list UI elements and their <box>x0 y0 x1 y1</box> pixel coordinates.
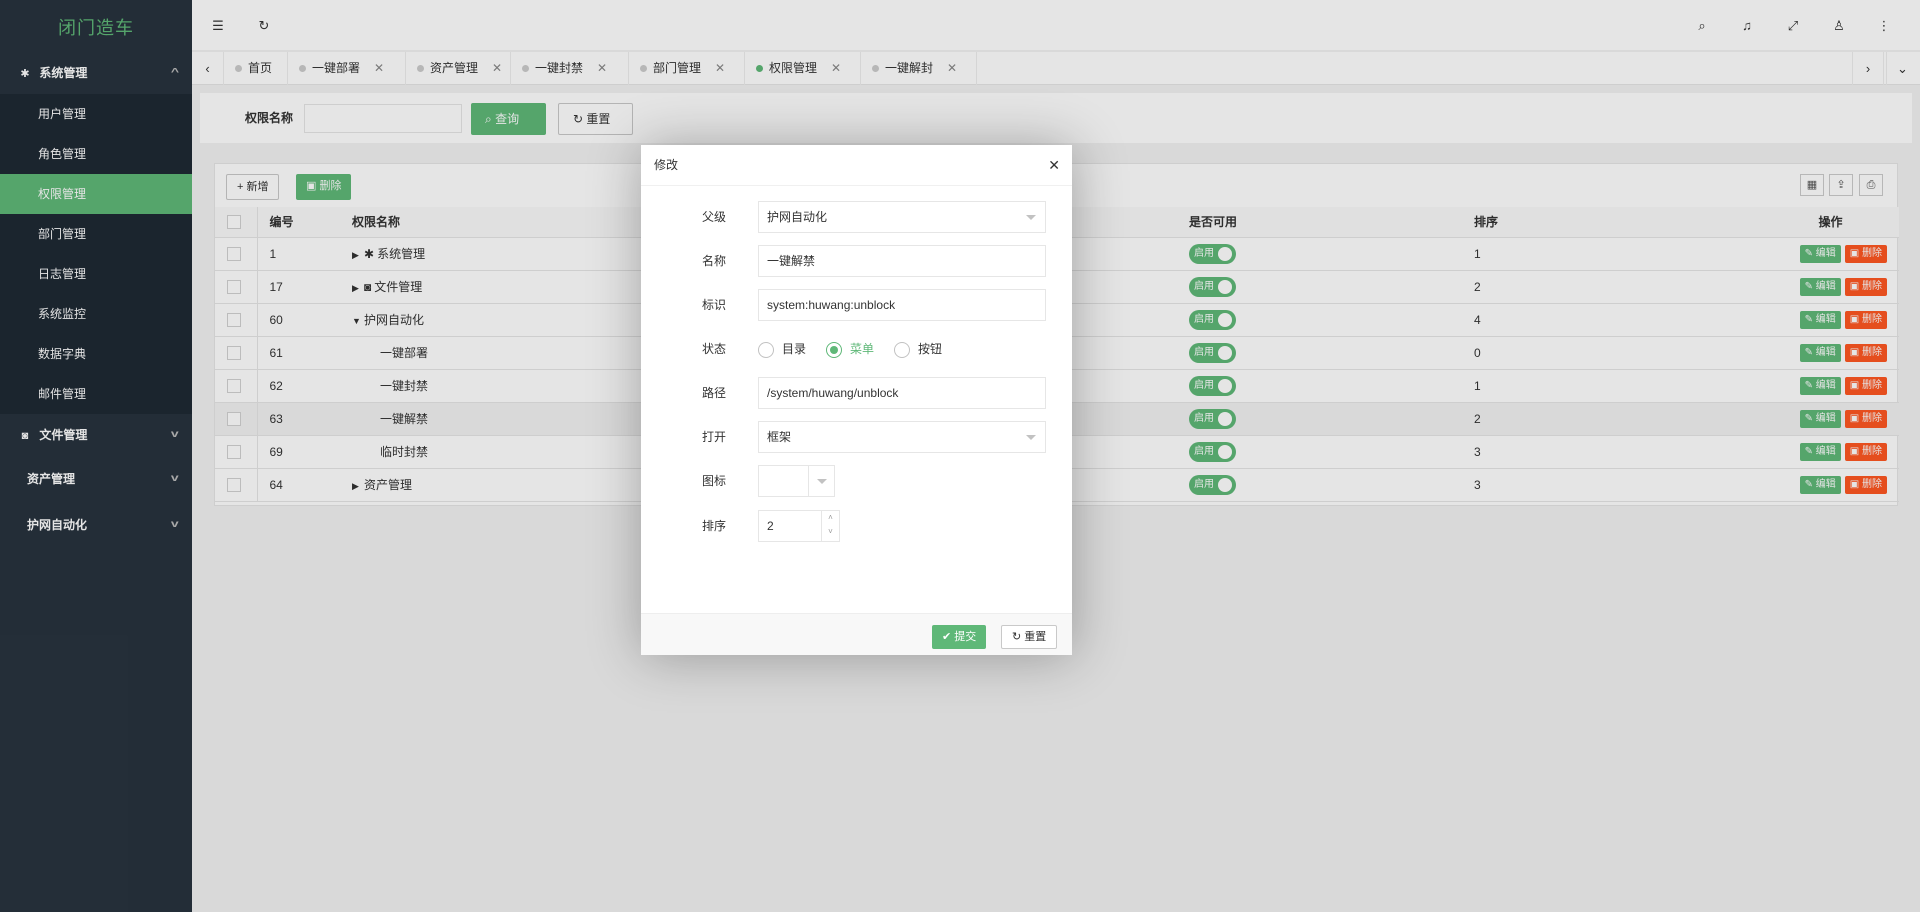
sort-row: 排序 2 ˄ ˅ <box>641 510 1072 542</box>
modal-footer: ✔ 提交 ↻ 重置 <box>641 613 1072 655</box>
path-row: 路径 /system/huwang/unblock <box>641 377 1072 409</box>
radio-circle-icon <box>758 341 774 358</box>
icon-picker-divider <box>808 466 809 496</box>
caret-down-icon <box>817 479 827 484</box>
status-radio-menu[interactable]: 菜单 <box>826 340 874 358</box>
modal-reset-button[interactable]: ↻ 重置 <box>1001 625 1058 649</box>
check-icon: ✔ <box>942 631 955 643</box>
radio-checked-icon <box>826 341 842 358</box>
icon-label: 图标 <box>701 474 726 488</box>
close-icon[interactable]: ✕ <box>1048 145 1060 186</box>
ident-label: 标识 <box>701 298 726 312</box>
ident-input[interactable]: system:huwang:unblock <box>758 289 1046 321</box>
submit-button[interactable]: ✔ 提交 <box>932 625 987 649</box>
parent-value: 护网自动化 <box>767 210 828 224</box>
icon-row: 图标 <box>641 465 1072 497</box>
submit-label: 提交 <box>954 631 977 643</box>
parent-row: 父级 护网自动化 <box>641 201 1072 233</box>
radio-label: 目录 <box>782 342 807 356</box>
open-row: 打开 框架 <box>641 421 1072 453</box>
status-radio-button[interactable]: 按钮 <box>894 340 942 358</box>
status-label: 状态 <box>701 342 726 356</box>
ident-row: 标识 system:huwang:unblock <box>641 289 1072 321</box>
sort-input[interactable]: 2 ˄ ˅ <box>758 510 840 542</box>
radio-label: 按钮 <box>918 342 943 356</box>
sort-label: 排序 <box>701 519 726 533</box>
caret-down-icon <box>1026 435 1036 440</box>
refresh-icon: ↻ <box>1012 631 1025 643</box>
number-stepper[interactable]: ˄ ˅ <box>821 511 839 541</box>
status-row: 状态 目录 菜单 按钮 <box>641 333 1072 365</box>
parent-label: 父级 <box>701 210 726 224</box>
open-label: 打开 <box>701 430 726 444</box>
edit-modal: 修改 ✕ 父级 护网自动化 名称 一键解禁 标识 system:huwang:u… <box>641 145 1072 655</box>
modal-reset-label: 重置 <box>1024 631 1047 643</box>
radio-label: 菜单 <box>850 342 875 356</box>
open-select[interactable]: 框架 <box>758 421 1046 453</box>
name-input[interactable]: 一键解禁 <box>758 245 1046 277</box>
path-input[interactable]: /system/huwang/unblock <box>758 377 1046 409</box>
radio-circle-icon <box>894 341 910 358</box>
modal-title: 修改 <box>641 145 1072 186</box>
open-value: 框架 <box>767 430 792 444</box>
icon-picker[interactable] <box>758 465 835 497</box>
name-row: 名称 一键解禁 <box>641 245 1072 277</box>
path-label: 路径 <box>701 386 726 400</box>
name-label: 名称 <box>701 254 726 268</box>
status-radio-directory[interactable]: 目录 <box>758 340 806 358</box>
sort-value: 2 <box>767 519 774 533</box>
parent-select[interactable]: 护网自动化 <box>758 201 1046 233</box>
caret-down-icon <box>1026 215 1036 220</box>
